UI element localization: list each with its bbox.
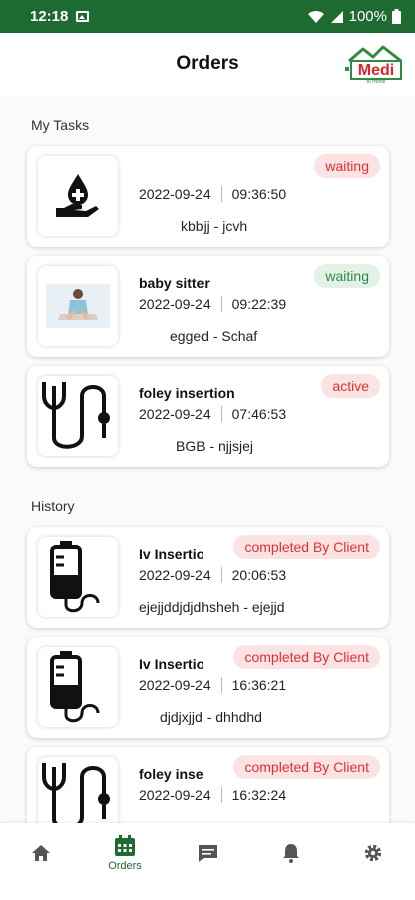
gesture-bar	[0, 883, 415, 900]
task-card[interactable]: 2022-09-24 09:36:50 kbbjj - jcvh waiting	[27, 146, 389, 247]
home-icon	[32, 845, 50, 861]
service-thumbnail	[38, 376, 118, 456]
app-header: Orders Medi to Home	[0, 33, 415, 95]
calendar-icon	[115, 834, 135, 856]
battery-percent: 100%	[348, 8, 387, 25]
nav-notifications[interactable]	[261, 823, 321, 883]
service-title: Iv Insertion	[139, 656, 203, 672]
chat-icon	[199, 845, 217, 862]
image-notification-icon	[76, 11, 90, 22]
signal-icon	[330, 10, 343, 23]
order-datetime: 2022-09-24 07:46:53	[139, 406, 286, 422]
nav-home[interactable]	[11, 823, 71, 883]
order-datetime: 2022-09-24 16:32:24	[139, 787, 286, 803]
service-thumbnail	[38, 757, 118, 823]
service-thumbnail	[38, 537, 118, 617]
datetime-divider	[220, 567, 222, 583]
history-card[interactable]: foley insertion 2022-09-24 16:32:24 comp…	[27, 747, 389, 823]
order-time: 07:46:53	[231, 406, 287, 422]
history-card[interactable]: Iv Insertion 2022-09-24 16:36:21 djdjxjj…	[27, 637, 389, 738]
service-thumbnail	[38, 266, 118, 346]
status-bar: 12:18 100%	[0, 0, 415, 33]
order-datetime: 2022-09-24 09:36:50	[139, 186, 286, 202]
datetime-divider	[220, 787, 222, 803]
order-time: 20:06:53	[231, 567, 287, 583]
iv-bag-icon	[50, 651, 100, 723]
nav-orders[interactable]: Orders	[95, 823, 155, 883]
datetime-divider	[220, 406, 222, 422]
status-badge: active	[321, 374, 380, 398]
order-parties: djdjxjjd - dhhdhd	[160, 709, 262, 725]
order-time: 16:36:21	[231, 677, 287, 693]
logo-text: Medi	[358, 62, 394, 79]
catheter-icon	[42, 382, 110, 449]
bell-icon	[283, 844, 299, 863]
order-date: 2022-09-24	[139, 787, 211, 803]
order-date: 2022-09-24	[139, 296, 211, 312]
status-time: 12:18	[30, 8, 69, 25]
order-time: 16:32:24	[231, 787, 287, 803]
battery-icon	[392, 9, 401, 24]
iv-bag-icon	[50, 541, 100, 613]
order-date: 2022-09-24	[139, 406, 211, 422]
task-card[interactable]: baby sitter 2022-09-24 09:22:39 egged - …	[27, 256, 389, 357]
status-badge: completed By Client	[233, 755, 380, 779]
service-title: baby sitter	[139, 275, 210, 291]
nav-settings[interactable]	[343, 823, 403, 883]
section-label-history: History	[31, 498, 75, 514]
order-time: 09:22:39	[231, 296, 287, 312]
gear-icon	[364, 844, 382, 862]
order-parties: egged - Schaf	[170, 328, 258, 344]
order-parties: BGB - njjsjej	[176, 438, 254, 454]
order-date: 2022-09-24	[139, 567, 211, 583]
order-time: 09:36:50	[231, 186, 287, 202]
status-badge: completed By Client	[233, 535, 380, 559]
bottom-navigation: Orders	[0, 823, 415, 883]
service-thumbnail	[38, 647, 118, 727]
status-badge: completed By Client	[233, 645, 380, 669]
service-title: foley insertion	[139, 385, 235, 401]
service-title: foley insertion	[139, 766, 203, 782]
order-datetime: 2022-09-24 16:36:21	[139, 677, 286, 693]
history-card[interactable]: Iv Insertion 2022-09-24 20:06:53 ejejjdd…	[27, 527, 389, 628]
service-title: Iv Insertion	[139, 546, 203, 562]
section-label-my-tasks: My Tasks	[31, 117, 90, 133]
catheter-icon	[42, 763, 110, 823]
status-badge: waiting	[314, 264, 380, 288]
datetime-divider	[220, 186, 222, 202]
orders-content[interactable]: My Tasks 2022-09-24 09:36:50 kbbjj - jcv…	[0, 95, 415, 823]
order-datetime: 2022-09-24 20:06:53	[139, 567, 286, 583]
order-date: 2022-09-24	[139, 186, 211, 202]
order-parties: kbbjj - jcvh	[181, 218, 248, 234]
status-badge: waiting	[314, 154, 380, 178]
medi-logo: Medi to Home	[343, 41, 405, 85]
order-parties: ejejjddjdjdhsheh - ejejjd	[139, 599, 285, 615]
baby-sitter-photo	[46, 284, 110, 328]
datetime-divider	[220, 296, 222, 312]
task-card[interactable]: foley insertion 2022-09-24 07:46:53 BGB …	[27, 366, 389, 467]
service-thumbnail	[38, 156, 118, 236]
datetime-divider	[220, 677, 222, 693]
order-date: 2022-09-24	[139, 677, 211, 693]
nav-orders-label: Orders	[108, 859, 142, 872]
hand-blood-drop-icon	[56, 174, 99, 217]
nav-messages[interactable]	[178, 823, 238, 883]
wifi-icon	[307, 10, 324, 23]
page-title: Orders	[176, 53, 239, 74]
order-datetime: 2022-09-24 09:22:39	[139, 296, 286, 312]
logo-subtext: to Home	[367, 79, 386, 85]
